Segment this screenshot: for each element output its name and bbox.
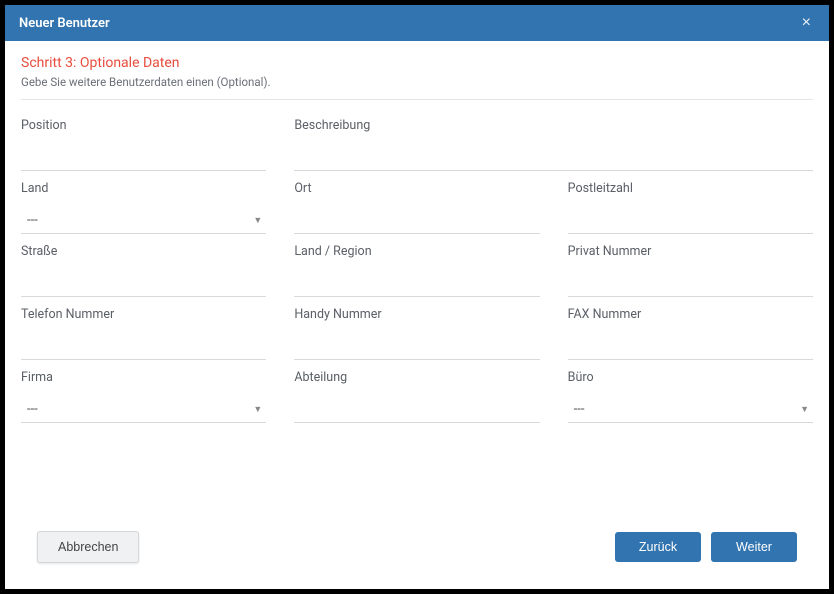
label-fax-number: FAX Nummer xyxy=(568,307,813,322)
back-button[interactable]: Zurück xyxy=(615,532,701,562)
modal-footer: Abbrechen Zurück Weiter xyxy=(21,525,813,579)
chevron-down-icon: ▼ xyxy=(800,404,809,415)
label-street: Straße xyxy=(21,244,266,259)
label-private-number: Privat Nummer xyxy=(568,244,813,259)
input-description[interactable] xyxy=(294,149,813,171)
chevron-down-icon: ▼ xyxy=(253,404,262,415)
label-office: Büro xyxy=(568,370,813,385)
label-mobile-number: Handy Nummer xyxy=(294,307,539,322)
input-fax-number[interactable] xyxy=(568,338,813,360)
field-country: Land --- ▼ xyxy=(21,171,266,234)
modal-header: Neuer Benutzer × xyxy=(5,5,829,41)
field-description: Beschreibung xyxy=(294,108,813,171)
label-description: Beschreibung xyxy=(294,118,813,133)
field-office: Büro --- ▼ xyxy=(568,360,813,423)
select-country[interactable]: --- ▼ xyxy=(21,212,266,234)
select-company-value: --- xyxy=(27,402,38,417)
field-private-number: Privat Nummer xyxy=(568,234,813,297)
input-postal-code[interactable] xyxy=(568,212,813,234)
select-country-value: --- xyxy=(27,213,38,228)
modal-body: Schritt 3: Optionale Daten Gebe Sie weit… xyxy=(5,41,829,589)
input-private-number[interactable] xyxy=(568,275,813,297)
field-state-region: Land / Region xyxy=(294,234,539,297)
field-mobile-number: Handy Nummer xyxy=(294,297,539,360)
step-subtitle: Gebe Sie weitere Benutzerdaten einen (Op… xyxy=(21,75,813,89)
field-fax-number: FAX Nummer xyxy=(568,297,813,360)
input-street[interactable] xyxy=(21,275,266,297)
field-company: Firma --- ▼ xyxy=(21,360,266,423)
field-phone-number: Telefon Nummer xyxy=(21,297,266,360)
label-city: Ort xyxy=(294,181,539,196)
select-office[interactable]: --- ▼ xyxy=(568,401,813,423)
field-position: Position xyxy=(21,108,266,171)
chevron-down-icon: ▼ xyxy=(253,215,262,226)
input-city[interactable] xyxy=(294,212,539,234)
input-mobile-number[interactable] xyxy=(294,338,539,360)
select-office-value: --- xyxy=(574,402,585,417)
field-city: Ort xyxy=(294,171,539,234)
field-postal-code: Postleitzahl xyxy=(568,171,813,234)
input-department[interactable] xyxy=(294,401,539,423)
label-phone-number: Telefon Nummer xyxy=(21,307,266,322)
next-button[interactable]: Weiter xyxy=(711,532,797,562)
select-company[interactable]: --- ▼ xyxy=(21,401,266,423)
label-company: Firma xyxy=(21,370,266,385)
input-phone-number[interactable] xyxy=(21,338,266,360)
modal-new-user: Neuer Benutzer × Schritt 3: Optionale Da… xyxy=(5,5,829,589)
form-grid: Position Beschreibung Land --- ▼ Ort xyxy=(21,108,813,423)
label-country: Land xyxy=(21,181,266,196)
input-position[interactable] xyxy=(21,149,266,171)
cancel-button[interactable]: Abbrechen xyxy=(37,531,139,563)
field-department: Abteilung xyxy=(294,360,539,423)
step-title: Schritt 3: Optionale Daten xyxy=(21,55,813,71)
close-icon[interactable]: × xyxy=(798,14,815,32)
label-department: Abteilung xyxy=(294,370,539,385)
divider xyxy=(21,99,813,100)
modal-title: Neuer Benutzer xyxy=(19,16,110,31)
label-state-region: Land / Region xyxy=(294,244,539,259)
label-position: Position xyxy=(21,118,266,133)
label-postal-code: Postleitzahl xyxy=(568,181,813,196)
field-street: Straße xyxy=(21,234,266,297)
input-state-region[interactable] xyxy=(294,275,539,297)
